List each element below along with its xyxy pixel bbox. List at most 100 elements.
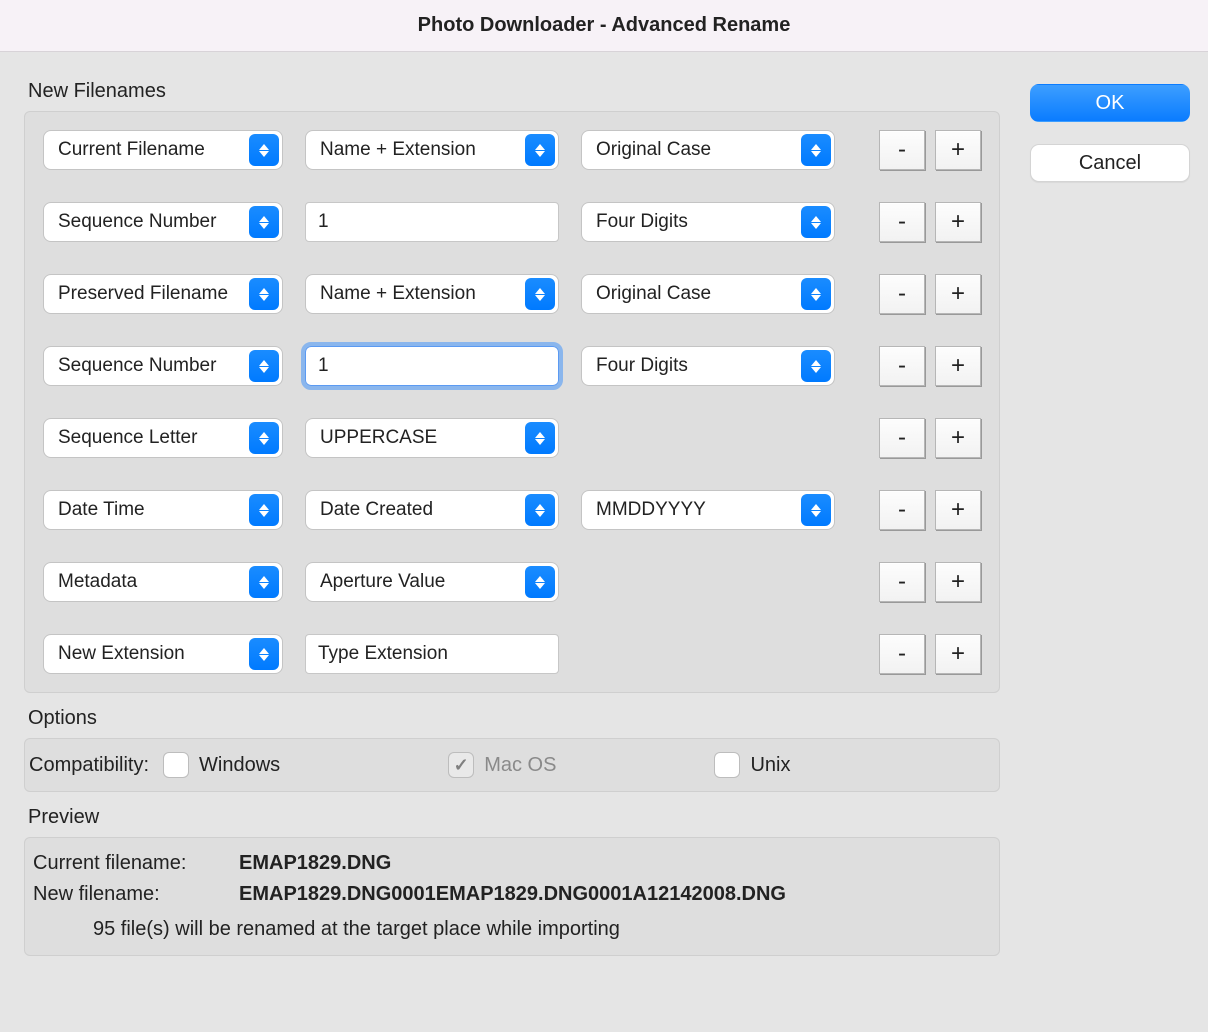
updown-icon <box>249 134 279 166</box>
filename-row: New Extension Type Extension -+ <box>43 632 981 676</box>
compatibility-label: Compatibility: <box>29 754 149 777</box>
filename-row: Metadata Aperture Value -+ <box>43 560 981 604</box>
remove-row-button[interactable]: - <box>879 634 925 674</box>
row-format-select[interactable]: MMDDYYYY <box>581 490 835 530</box>
updown-icon <box>525 278 555 310</box>
row-param-select[interactable]: Date Created <box>305 490 559 530</box>
row-format-select[interactable]: Original Case <box>581 130 835 170</box>
add-remove-group: -+ <box>879 490 981 530</box>
add-row-button[interactable]: + <box>935 634 981 674</box>
updown-icon <box>801 350 831 382</box>
checkbox-unix[interactable] <box>714 752 740 778</box>
add-remove-group: -+ <box>879 346 981 386</box>
add-row-button[interactable]: + <box>935 418 981 458</box>
row-type-select[interactable]: Preserved Filename <box>43 274 283 314</box>
row-type-select[interactable]: Date Time <box>43 490 283 530</box>
preview-current-label: Current filename: <box>33 852 229 875</box>
row-type-select[interactable]: Sequence Number <box>43 346 283 386</box>
filename-row: Current Filename Name + Extension Original… <box>43 128 981 172</box>
updown-icon <box>801 494 831 526</box>
side-column: OK Cancel <box>1030 80 1190 1008</box>
ok-button[interactable]: OK <box>1030 84 1190 122</box>
remove-row-button[interactable]: - <box>879 562 925 602</box>
row-param-select[interactable]: Name + Extension <box>305 130 559 170</box>
preview-panel: Current filename: EMAP1829.DNG New filen… <box>24 837 1000 956</box>
add-remove-group: -+ <box>879 418 981 458</box>
updown-icon <box>249 422 279 454</box>
add-row-button[interactable]: + <box>935 130 981 170</box>
updown-icon <box>801 134 831 166</box>
row-text-input[interactable]: 1 <box>305 346 559 386</box>
compat-macos: Mac OS <box>448 752 556 778</box>
new-filenames-label: New Filenames <box>24 80 1000 111</box>
compat-windows[interactable]: Windows <box>163 752 280 778</box>
cancel-button[interactable]: Cancel <box>1030 144 1190 182</box>
row-param-select[interactable]: UPPERCASE <box>305 418 559 458</box>
add-row-button[interactable]: + <box>935 346 981 386</box>
add-remove-group: -+ <box>879 274 981 314</box>
row-format-select[interactable]: Four Digits <box>581 346 835 386</box>
row-format-select[interactable]: Original Case <box>581 274 835 314</box>
preview-new-row: New filename: EMAP1829.DNG0001EMAP1829.D… <box>33 879 991 910</box>
remove-row-button[interactable]: - <box>879 346 925 386</box>
options-label: Options <box>24 707 1000 738</box>
new-filenames-panel: Current Filename Name + Extension Original… <box>24 111 1000 693</box>
add-row-button[interactable]: + <box>935 202 981 242</box>
remove-row-button[interactable]: - <box>879 130 925 170</box>
preview-new-value: EMAP1829.DNG0001EMAP1829.DNG0001A1214200… <box>239 883 786 906</box>
preview-current-value: EMAP1829.DNG <box>239 852 391 875</box>
filename-row: Preserved Filename Name + Extension Origin… <box>43 272 981 316</box>
options-panel: Compatibility: Windows Mac OS Unix <box>24 738 1000 792</box>
compat-unix-label: Unix <box>750 754 790 777</box>
updown-icon <box>525 566 555 598</box>
add-row-button[interactable]: + <box>935 490 981 530</box>
filename-row: Sequence Number 1 Four Digits -+ <box>43 200 981 244</box>
row-format-select[interactable]: Four Digits <box>581 202 835 242</box>
row-param-select[interactable]: Name + Extension <box>305 274 559 314</box>
add-remove-group: -+ <box>879 202 981 242</box>
remove-row-button[interactable]: - <box>879 490 925 530</box>
updown-icon <box>249 566 279 598</box>
preview-note: 95 file(s) will be renamed at the target… <box>33 910 991 941</box>
compat-windows-label: Windows <box>199 754 280 777</box>
updown-icon <box>525 134 555 166</box>
updown-icon <box>525 422 555 454</box>
checkbox-macos <box>448 752 474 778</box>
add-remove-group: -+ <box>879 634 981 674</box>
remove-row-button[interactable]: - <box>879 202 925 242</box>
row-text-input[interactable]: Type Extension <box>305 634 559 674</box>
updown-icon <box>801 278 831 310</box>
remove-row-button[interactable]: - <box>879 418 925 458</box>
add-remove-group: -+ <box>879 562 981 602</box>
filename-row: Date Time Date Created MMDDYYYY -+ <box>43 488 981 532</box>
updown-icon <box>525 494 555 526</box>
updown-icon <box>249 638 279 670</box>
main-column: New Filenames Current Filename Name + Ext… <box>24 80 1000 1008</box>
add-row-button[interactable]: + <box>935 274 981 314</box>
window-title: Photo Downloader - Advanced Rename <box>0 0 1208 52</box>
updown-icon <box>801 206 831 238</box>
updown-icon <box>249 350 279 382</box>
row-type-select[interactable]: New Extension <box>43 634 283 674</box>
row-type-select[interactable]: Current Filename <box>43 130 283 170</box>
compat-unix[interactable]: Unix <box>714 752 790 778</box>
remove-row-button[interactable]: - <box>879 274 925 314</box>
updown-icon <box>249 494 279 526</box>
preview-new-label: New filename: <box>33 883 229 906</box>
row-text-input[interactable]: 1 <box>305 202 559 242</box>
row-type-select[interactable]: Metadata <box>43 562 283 602</box>
row-param-select[interactable]: Aperture Value <box>305 562 559 602</box>
preview-current-row: Current filename: EMAP1829.DNG <box>33 848 991 879</box>
updown-icon <box>249 206 279 238</box>
filename-row: Sequence Letter UPPERCASE -+ <box>43 416 981 460</box>
row-type-select[interactable]: Sequence Letter <box>43 418 283 458</box>
content: New Filenames Current Filename Name + Ext… <box>0 52 1208 1032</box>
row-type-select[interactable]: Sequence Number <box>43 202 283 242</box>
add-remove-group: -+ <box>879 130 981 170</box>
checkbox-windows[interactable] <box>163 752 189 778</box>
add-row-button[interactable]: + <box>935 562 981 602</box>
compat-macos-label: Mac OS <box>484 754 556 777</box>
updown-icon <box>249 278 279 310</box>
preview-label: Preview <box>24 806 1000 837</box>
filename-row: Sequence Number 1 Four Digits -+ <box>43 344 981 388</box>
